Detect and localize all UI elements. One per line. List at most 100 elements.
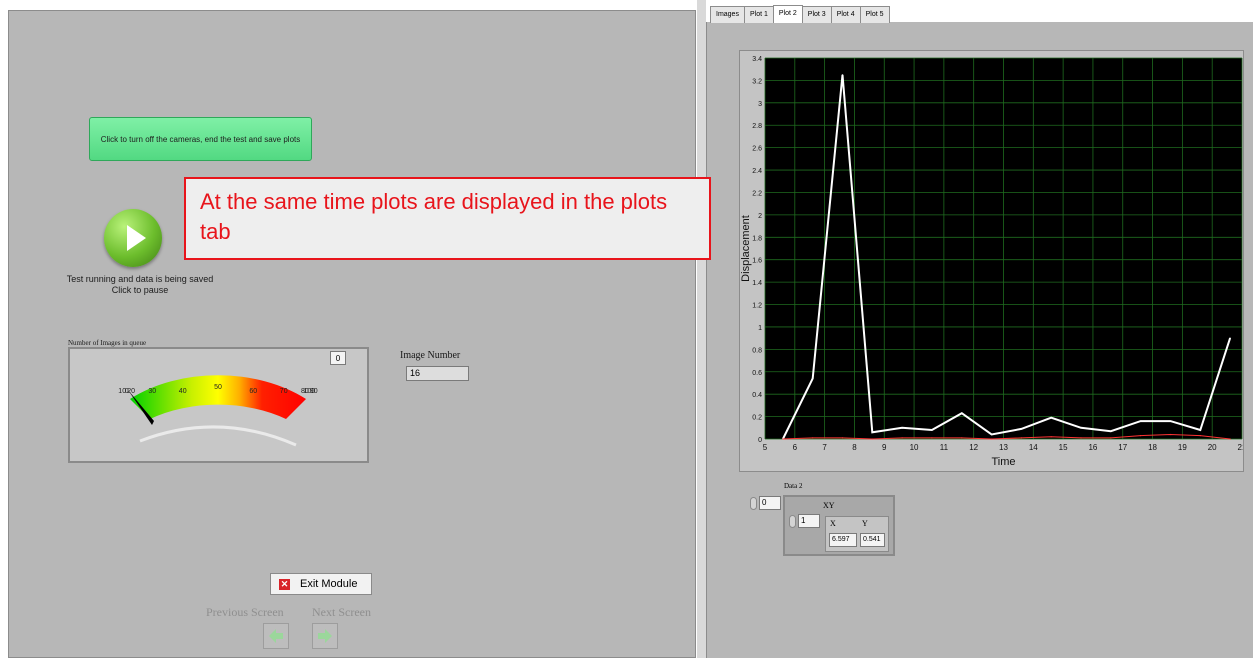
y-tick-label: 3 <box>758 101 762 108</box>
y-tick-label: 2.8 <box>752 123 762 130</box>
x-tick-label: 14 <box>1029 443 1038 452</box>
data-point <box>1110 437 1112 439</box>
test-status: Test running and data is being saved Cli… <box>40 274 240 296</box>
data-point <box>1080 437 1082 439</box>
y-tick-label: 0.2 <box>752 415 762 422</box>
play-icon <box>127 225 146 251</box>
arrow-right-icon <box>318 629 332 643</box>
y-tick-label: 0.8 <box>752 347 762 354</box>
y-tick-label: 1.6 <box>752 258 762 265</box>
x-tick-label: 16 <box>1088 443 1097 452</box>
data-point <box>871 431 873 433</box>
tab-plot-2[interactable]: Plot 2 <box>772 5 803 23</box>
x-axis-label: Time <box>991 456 1015 468</box>
x-tick-label: 6 <box>793 443 798 452</box>
status-line-2: Click to pause <box>111 285 169 295</box>
annotation-callout: At the same time plots are displayed in … <box>184 177 711 260</box>
next-screen-button[interactable] <box>312 623 338 649</box>
outer-index-field[interactable]: 0 <box>759 496 781 510</box>
data-point <box>1199 429 1201 431</box>
data-point <box>1140 435 1142 437</box>
x-tick-label: 18 <box>1148 443 1157 452</box>
tab-plot-4[interactable]: Plot 4 <box>830 6 861 23</box>
y-tick-label: 3.2 <box>752 78 762 85</box>
data-point <box>1169 433 1172 436</box>
data-point <box>812 377 814 380</box>
y-tick-label: 0.6 <box>752 370 762 377</box>
data-point <box>1229 337 1231 339</box>
xy-cluster: XY 1 X Y 6.597 0.541 <box>783 495 895 556</box>
x-tick-label: 8 <box>852 443 857 452</box>
y-label: Y <box>862 519 868 528</box>
chart-svg: 5678910111213141516171819202100.20.40.60… <box>740 56 1247 468</box>
front-panel <box>8 10 696 658</box>
tab-plot-1[interactable]: Plot 1 <box>743 6 774 23</box>
xy-graph: 5678910111213141516171819202100.20.40.60… <box>739 50 1247 472</box>
gauge-svg: 010 20 30 405060 70 80 90100 <box>118 375 318 447</box>
previous-screen-label: Previous Screen <box>206 605 284 619</box>
tab-images[interactable]: Images <box>710 6 745 23</box>
data-point <box>991 438 993 440</box>
data-point <box>1199 435 1201 437</box>
exit-module-button[interactable]: ✕ Exit Module <box>270 573 372 595</box>
x-tick-label: 12 <box>969 443 978 452</box>
data-point <box>812 437 814 439</box>
gauge-tick-label: 10 <box>118 388 126 395</box>
arrow-left-icon <box>269 629 283 643</box>
x-tick-label: 20 <box>1208 443 1217 452</box>
x-tick-label: 19 <box>1178 443 1187 452</box>
data-point <box>1110 430 1112 432</box>
data-point <box>1080 427 1082 429</box>
pause-toggle-button[interactable] <box>104 209 162 267</box>
data-point <box>961 412 963 414</box>
x-tick-label: 17 <box>1118 443 1127 452</box>
y-tick-label: 2 <box>758 213 762 220</box>
y-tick-label: 2.6 <box>752 146 762 153</box>
data-point <box>1050 417 1052 419</box>
previous-screen-button[interactable] <box>263 623 289 649</box>
tab-plot-3[interactable]: Plot 3 <box>801 6 832 23</box>
y-tick-label: 1 <box>758 325 762 332</box>
inner-index-control[interactable]: 1 <box>789 514 820 528</box>
data-point <box>1169 420 1172 422</box>
data-point <box>931 429 933 431</box>
x-tick-label: 21 <box>1238 443 1243 452</box>
x-tick-label: 11 <box>940 443 949 452</box>
gauge-tick-label: 70 <box>280 388 288 395</box>
x-label: X <box>830 519 836 528</box>
tab-plot-5[interactable]: Plot 5 <box>859 6 890 23</box>
end-test-button[interactable]: Click to turn off the cameras, end the t… <box>89 117 312 161</box>
x-tick-label: 9 <box>882 443 887 452</box>
queue-gauge: 0 10 20 30 40 50 60 70 80 90 100 <box>68 347 369 463</box>
xy-values: X Y 6.597 0.541 <box>825 516 889 552</box>
gauge-tick-label: 20 <box>127 388 135 395</box>
data-point <box>961 437 963 439</box>
cluster-label: XY <box>823 501 835 510</box>
data-point <box>901 437 903 439</box>
data-point <box>1229 438 1231 440</box>
data-point <box>871 438 873 440</box>
inner-index-field[interactable]: 1 <box>798 514 820 528</box>
x-tick-label: 10 <box>910 443 919 452</box>
gauge-tick-label: 50 <box>214 384 222 391</box>
y-tick-label: 2.4 <box>752 168 762 175</box>
outer-index-control[interactable]: 0 <box>750 496 781 510</box>
inner-index-spinner[interactable] <box>789 514 796 528</box>
status-line-1: Test running and data is being saved <box>66 274 214 284</box>
x-tick-label: 7 <box>822 443 827 452</box>
x-tick-label: 15 <box>1059 443 1068 452</box>
gauge-tick-label: 100 <box>303 388 315 395</box>
index-spinner[interactable] <box>750 496 757 510</box>
gauge-label: Number of Images in queue <box>68 339 147 347</box>
data-point <box>782 438 784 440</box>
gauge-tick-label: 30 <box>148 388 156 395</box>
data-point <box>1020 437 1022 439</box>
splitter[interactable] <box>697 0 706 658</box>
y-axis-label: Displacement <box>740 215 752 282</box>
data-point <box>931 437 933 439</box>
data-point <box>841 437 844 439</box>
y-tick-label: 2.2 <box>752 190 762 197</box>
x-value: 6.597 <box>829 533 857 547</box>
close-icon: ✕ <box>279 578 290 590</box>
y-tick-label: 1.4 <box>752 280 762 287</box>
